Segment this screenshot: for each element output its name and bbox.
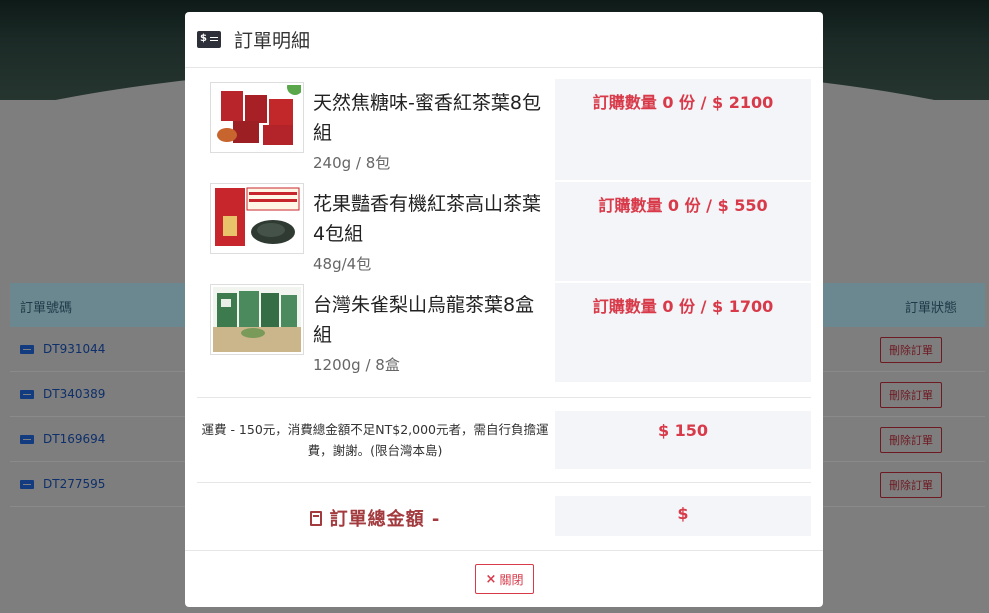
order-link[interactable]: DT340389	[20, 387, 105, 401]
calculator-icon	[309, 511, 322, 526]
product-spec: 48g/4包	[313, 255, 372, 273]
order-number: DT340389	[43, 387, 106, 401]
product-thumbnail	[210, 79, 304, 153]
order-link[interactable]: DT169694	[20, 432, 105, 446]
order-link[interactable]: DT931044	[20, 342, 105, 356]
quantity-price-box: 訂購數量 0 份 / $ 2100	[555, 79, 811, 180]
product-name: 天然焦糖味-蜜香紅茶葉8包組	[313, 92, 541, 144]
money-card-icon: $	[197, 31, 221, 48]
red-tea-package-image	[213, 79, 303, 150]
order-number: DT169694	[43, 432, 106, 446]
divider	[197, 482, 811, 483]
delete-order-button[interactable]: 刪除訂單	[880, 382, 942, 408]
order-total-label: 訂單總金額 -	[197, 505, 553, 531]
order-item: 台灣朱雀梨山烏龍茶葉8盒組 1200g / 8盒 訂購數量 0 份 / $ 17…	[197, 281, 811, 382]
product-spec: 1200g / 8盒	[313, 356, 400, 374]
product-thumbnail	[210, 183, 304, 254]
order-item: 天然焦糖味-蜜香紅茶葉8包組 240g / 8包 訂購數量 0 份 / $ 21…	[197, 79, 811, 180]
order-number: DT931044	[43, 342, 106, 356]
quantity-price: 訂購數量 0 份 / $ 550	[598, 196, 768, 215]
delete-order-button[interactable]: 刪除訂單	[880, 337, 942, 363]
divider	[197, 397, 811, 398]
order-items-list: 天然焦糖味-蜜香紅茶葉8包組 240g / 8包 訂購數量 0 份 / $ 21…	[197, 79, 811, 382]
column-header-status: 訂單狀態	[904, 301, 957, 316]
order-item: 花果豔香有機紅茶高山茶葉4包組 48g/4包 訂購數量 0 份 / $ 550	[197, 180, 811, 281]
product-spec: 240g / 8包	[313, 154, 391, 172]
close-button[interactable]: × 關閉	[475, 564, 534, 594]
close-icon: ×	[485, 571, 497, 587]
modal-header: $ 訂單明細	[185, 12, 823, 68]
close-label: 關閉	[499, 572, 524, 587]
order-total-text: 訂單總金額 -	[329, 509, 441, 530]
order-link[interactable]: DT277595	[20, 477, 105, 491]
modal-title: 訂單明細	[234, 30, 311, 52]
delete-order-button[interactable]: 刪除訂單	[880, 427, 942, 453]
card-icon	[20, 479, 34, 489]
card-icon	[20, 389, 34, 399]
quantity-price-box: 訂購數量 0 份 / $ 1700	[555, 281, 811, 382]
product-name: 台灣朱雀梨山烏龍茶葉8盒組	[313, 294, 535, 346]
organic-tea-package-image	[213, 186, 301, 251]
oolong-tea-box-image	[213, 287, 301, 352]
order-number: DT277595	[43, 477, 106, 491]
quantity-price: 訂購數量 0 份 / $ 1700	[592, 297, 774, 316]
delete-order-button[interactable]: 刪除訂單	[880, 472, 942, 498]
modal-footer: × 關閉	[185, 550, 823, 607]
dollar-sign: $	[200, 33, 207, 44]
shipping-note: 運費 - 150元，消費總金額不足NT$2,000元者，需自行負擔運費，謝謝。(…	[201, 422, 549, 458]
card-icon	[20, 434, 34, 444]
quantity-price: 訂購數量 0 份 / $ 2100	[592, 93, 774, 112]
quantity-price-box: 訂購數量 0 份 / $ 550	[555, 180, 811, 281]
order-detail-modal: $ 訂單明細 天然焦糖味-蜜香紅茶葉8包組 240g / 8包 訂購數量 0 份…	[185, 12, 823, 607]
product-thumbnail	[210, 284, 304, 355]
order-total-amount: $	[555, 496, 811, 536]
card-icon	[20, 344, 34, 354]
shipping-amount: $ 150	[555, 411, 811, 469]
product-name: 花果豔香有機紅茶高山茶葉4包組	[313, 193, 542, 245]
column-header-order-no: 訂單號碼	[20, 301, 73, 316]
